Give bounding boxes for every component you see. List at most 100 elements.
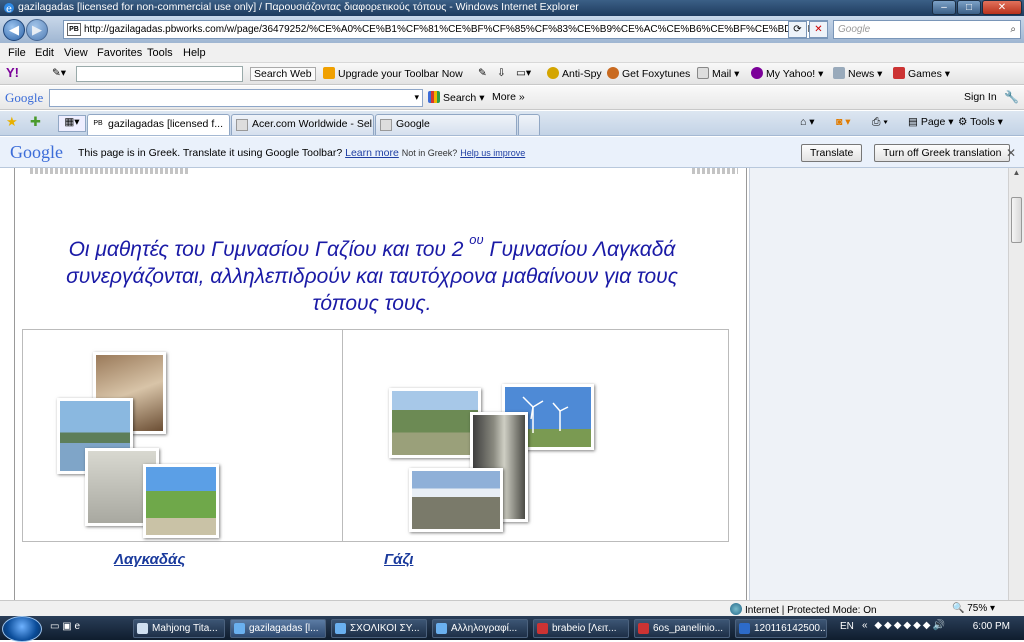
- tab-google[interactable]: Google: [375, 114, 517, 135]
- language-indicator[interactable]: EN: [840, 621, 854, 632]
- tray-icons[interactable]: « ◆◆◆◆◆◆🔊: [862, 620, 947, 631]
- place-link-gazi[interactable]: Γάζι: [384, 551, 413, 568]
- zoom-level[interactable]: 🔍 75% ▾: [952, 603, 995, 614]
- close-translate-icon[interactable]: ✕: [1006, 146, 1016, 160]
- task-file-120116[interactable]: 120116142500...: [735, 619, 827, 638]
- google-toolbar-search-input[interactable]: ▾: [49, 89, 423, 107]
- status-bar: Internet | Protected Mode: On 🔍 75% ▾: [0, 600, 1024, 616]
- clock[interactable]: 6:00 PM: [973, 621, 1010, 632]
- sign-in-link[interactable]: Sign In: [964, 91, 997, 103]
- search-icon[interactable]: ⌕: [1010, 21, 1016, 38]
- pbworks-favicon-icon: PB: [67, 23, 81, 36]
- wrench-icon[interactable]: 🔧: [1004, 90, 1019, 104]
- title-bar: e gazilagadas [licensed for non-commerci…: [0, 0, 1024, 16]
- collage-photo-mountains: [409, 468, 503, 532]
- scrollbar-thumb[interactable]: [1011, 197, 1022, 243]
- page-menu-button[interactable]: ▤ Page ▾: [908, 116, 954, 128]
- print-icon[interactable]: ⎙ ▾: [872, 116, 888, 129]
- vertical-scrollbar[interactable]: ▲: [1008, 168, 1024, 600]
- learn-more-link[interactable]: Learn more: [345, 147, 399, 159]
- faint-edit-info: [30, 168, 190, 174]
- more-button[interactable]: More »: [492, 91, 525, 103]
- google-toolbar: Google ▾ Search ▾ More » Sign In 🔧: [0, 86, 1024, 110]
- menu-tools[interactable]: Tools: [147, 47, 173, 59]
- foxytunes-button[interactable]: Get Foxytunes: [607, 67, 690, 80]
- favorites-star-icon[interactable]: ★: [6, 114, 18, 130]
- menu-view[interactable]: View: [64, 47, 88, 59]
- task-panelinio[interactable]: 6os_panelinio...: [634, 619, 730, 638]
- minimize-button[interactable]: –: [932, 0, 956, 15]
- yahoo-toolbar: Y! ✎▾ Search Web Upgrade your Toolbar No…: [0, 63, 1024, 85]
- menu-edit[interactable]: Edit: [35, 47, 54, 59]
- page-icon: [380, 119, 392, 131]
- search-web-button[interactable]: Search Web: [250, 67, 316, 81]
- internet-zone[interactable]: Internet | Protected Mode: On: [730, 603, 877, 616]
- menu-help[interactable]: Help: [183, 47, 206, 59]
- yahoo-logo-icon[interactable]: Y!: [6, 65, 19, 80]
- tab-gazilagadas[interactable]: PB gazilagadas [licensed f...: [87, 114, 230, 135]
- scroll-up-icon[interactable]: ▲: [1009, 168, 1024, 177]
- translate-bar: Google This page is in Greek. Translate …: [0, 137, 1024, 168]
- refresh-icon[interactable]: ⟳: [788, 21, 807, 38]
- mail-button[interactable]: Mail ▾: [697, 67, 739, 80]
- mail-icon: [697, 67, 709, 79]
- task-sxolikoi[interactable]: ΣΧΟΛΙΚΟΙ ΣΥ...: [331, 619, 427, 638]
- maximize-button[interactable]: □: [957, 0, 981, 15]
- yahoo-search-input[interactable]: [76, 66, 243, 82]
- antispy-icon: [547, 67, 559, 79]
- menu-file[interactable]: File: [8, 47, 26, 59]
- place-link-lagkadas[interactable]: Λαγκαδάς: [114, 551, 185, 568]
- anti-spy-button[interactable]: Anti-Spy: [547, 67, 602, 80]
- task-mahjong[interactable]: Mahjong Tita...: [133, 619, 225, 638]
- start-button[interactable]: [2, 616, 42, 642]
- tab-acer[interactable]: Acer.com Worldwide - Sel...: [231, 114, 374, 135]
- games-icon: [893, 67, 905, 79]
- forward-button[interactable]: ▶: [26, 19, 48, 41]
- news-icon: [833, 67, 845, 79]
- quick-tabs-icon[interactable]: ▦▾: [58, 115, 86, 132]
- address-field[interactable]: PB http://gazilagadas.pbworks.com/w/page…: [63, 20, 828, 39]
- download-icon[interactable]: ⇩: [497, 67, 506, 79]
- menu-favorites[interactable]: Favorites: [97, 47, 142, 59]
- turn-off-translation-button[interactable]: Turn off Greek translation: [874, 144, 1011, 162]
- my-yahoo-button[interactable]: My Yahoo! ▾: [751, 67, 823, 80]
- google-logo: Google: [10, 142, 63, 162]
- task-gazilagadas[interactable]: gazilagadas [l...: [230, 619, 326, 638]
- google-g-icon: [428, 91, 440, 103]
- collage-photo-coast: [389, 388, 481, 458]
- close-button[interactable]: ✕: [982, 0, 1022, 15]
- ie-logo-icon: e: [4, 3, 14, 14]
- pencil-icon[interactable]: ✎▾: [52, 67, 66, 79]
- warning-icon: [323, 67, 335, 79]
- globe-icon: [730, 603, 742, 615]
- task-brabeio[interactable]: brabeio [Λειτ...: [533, 619, 629, 638]
- feeds-icon[interactable]: ◙ ▾: [836, 116, 851, 128]
- collage-photo-park: [143, 464, 219, 538]
- address-url: http://gazilagadas.pbworks.com/w/page/36…: [84, 24, 828, 35]
- upgrade-toolbar-button[interactable]: Upgrade your Toolbar Now: [323, 67, 463, 80]
- my-yahoo-icon: [751, 67, 763, 79]
- fox-icon: [607, 67, 619, 79]
- help-improve-link[interactable]: Help us improve: [460, 148, 525, 158]
- google-search-button[interactable]: Search ▾: [428, 91, 484, 104]
- home-icon[interactable]: ⌂ ▾: [800, 116, 815, 128]
- quick-launch-icons[interactable]: ▭ ▣ e: [50, 621, 80, 632]
- faint-page-history: [692, 168, 738, 174]
- page-icon: [236, 119, 248, 131]
- address-toolbar: ◀ ▶ PB http://gazilagadas.pbworks.com/w/…: [0, 16, 1024, 43]
- translate-message: This page is in Greek. Translate it usin…: [78, 147, 526, 159]
- pbworks-tab-icon: PB: [93, 120, 103, 127]
- add-favorites-icon[interactable]: ✚: [30, 114, 41, 130]
- stop-icon[interactable]: ✕: [809, 21, 828, 38]
- translate-button[interactable]: Translate: [801, 144, 863, 162]
- back-button[interactable]: ◀: [3, 19, 25, 41]
- pen-icon[interactable]: ✎: [478, 67, 487, 79]
- news-button[interactable]: News ▾: [833, 67, 882, 80]
- task-allilografia[interactable]: Αλληλογραφί...: [432, 619, 528, 638]
- tools-menu-button[interactable]: ⚙ Tools ▾: [958, 116, 1003, 128]
- games-button[interactable]: Games ▾: [893, 67, 950, 80]
- google-toolbar-logo[interactable]: Google: [5, 90, 43, 106]
- search-input[interactable]: Google ⌕: [833, 20, 1021, 39]
- new-tab-button[interactable]: [518, 114, 540, 135]
- window-icon[interactable]: ▭▾: [516, 67, 531, 79]
